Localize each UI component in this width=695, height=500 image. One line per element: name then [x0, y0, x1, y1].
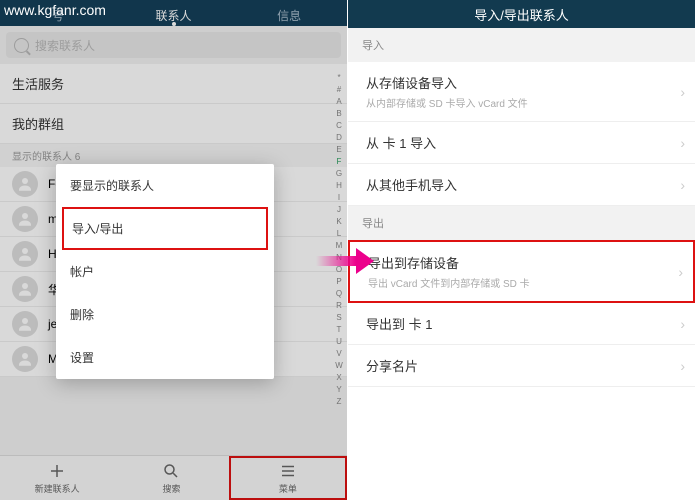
- menu-import-export[interactable]: 导入/导出: [64, 209, 266, 248]
- import-from-sim1[interactable]: 从 卡 1 导入›: [348, 122, 695, 164]
- menu-accounts[interactable]: 帐户: [56, 250, 274, 293]
- context-menu: 要显示的联系人 导入/导出 帐户 删除 设置: [56, 164, 274, 379]
- import-from-phone[interactable]: 从其他手机导入›: [348, 164, 695, 206]
- chevron-right-icon: ›: [678, 264, 683, 280]
- chevron-right-icon: ›: [680, 358, 685, 374]
- share-card[interactable]: 分享名片›: [348, 345, 695, 387]
- chevron-right-icon: ›: [680, 177, 685, 193]
- chevron-right-icon: ›: [680, 316, 685, 332]
- page-title: 导入/导出联系人: [348, 0, 695, 28]
- menu-settings[interactable]: 设置: [56, 336, 274, 379]
- menu-title: 要显示的联系人: [56, 164, 274, 207]
- export-to-sim1[interactable]: 导出到 卡 1›: [348, 303, 695, 345]
- menu-delete[interactable]: 删除: [56, 293, 274, 336]
- tutorial-arrow: [316, 248, 374, 274]
- section-import: 导入: [348, 28, 695, 62]
- watermark-url: www.kgfanr.com: [4, 2, 106, 18]
- chevron-right-icon: ›: [680, 135, 685, 151]
- section-export: 导出: [348, 206, 695, 240]
- highlight-box: 导入/导出: [62, 207, 268, 250]
- export-to-storage[interactable]: 导出到存储设备导出 vCard 文件到内部存储或 SD 卡›: [348, 240, 695, 303]
- import-from-storage[interactable]: 从存储设备导入从内部存储或 SD 卡导入 vCard 文件›: [348, 62, 695, 122]
- chevron-right-icon: ›: [680, 84, 685, 100]
